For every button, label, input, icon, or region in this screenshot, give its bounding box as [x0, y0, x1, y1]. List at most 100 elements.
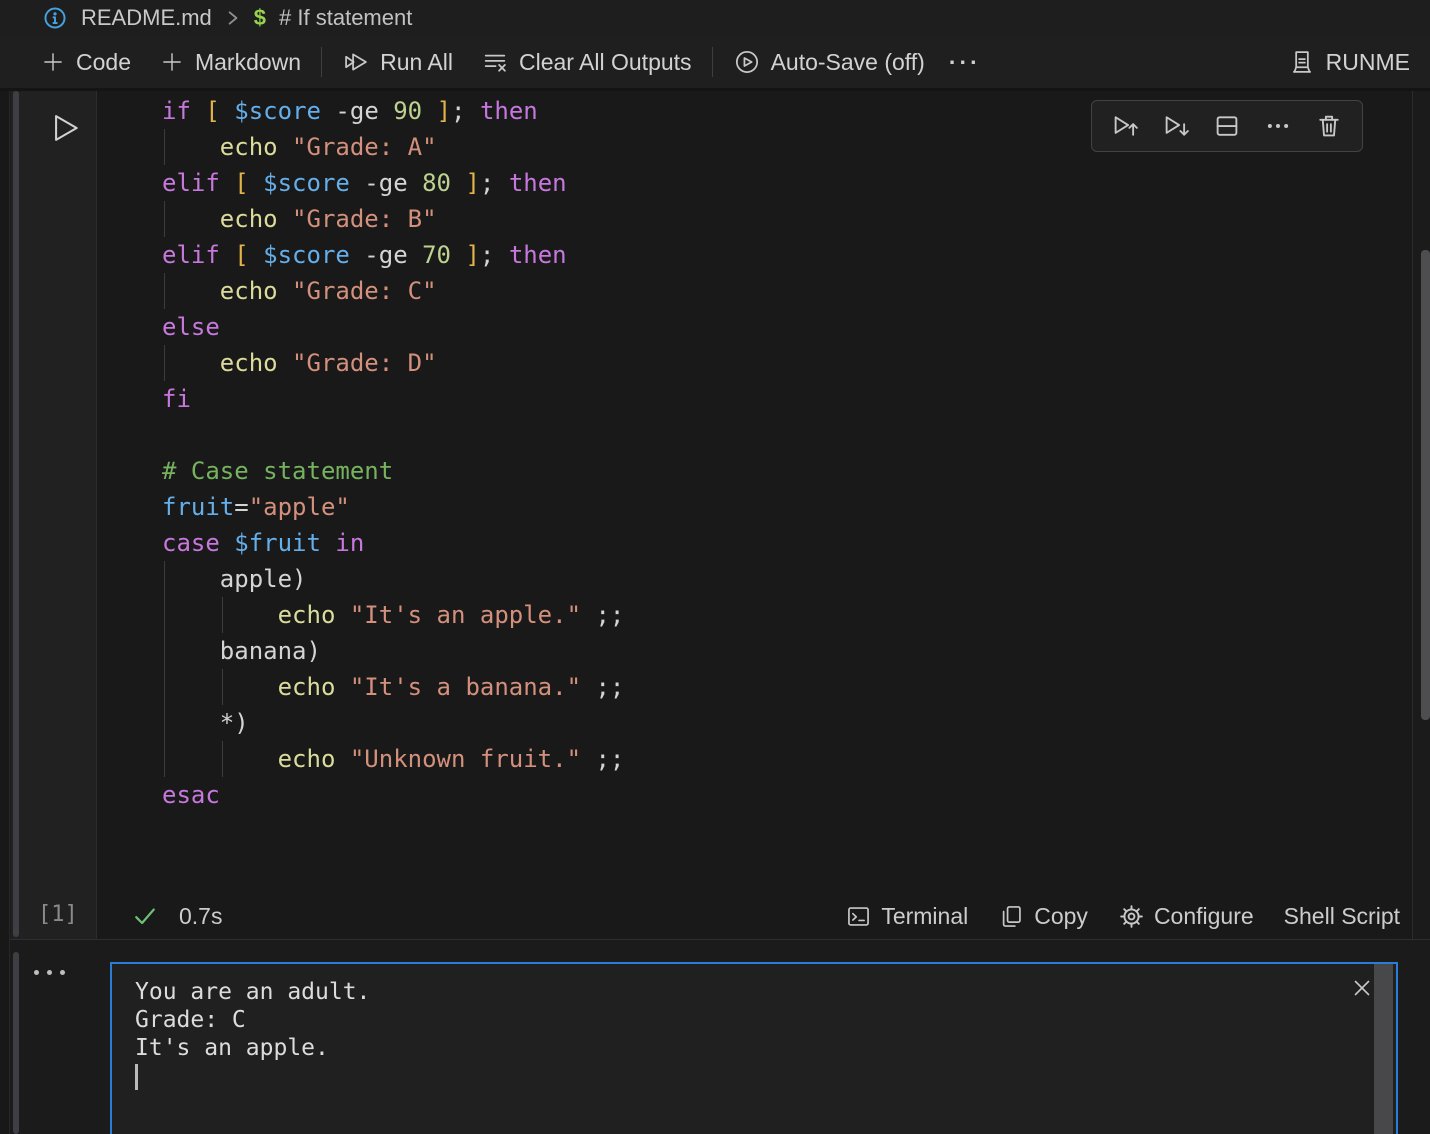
toolbar-divider [321, 47, 322, 77]
code-line[interactable]: case $fruit in [162, 525, 1412, 561]
language-label: Shell Script [1284, 903, 1400, 930]
add-code-cell-button[interactable]: Code [26, 42, 145, 82]
code-line[interactable]: # Case statement [162, 453, 1412, 489]
code-line[interactable]: apple) [162, 561, 1412, 597]
toolbar-divider [712, 47, 713, 77]
breadcrumb-shell-symbol: $ [254, 5, 266, 31]
cell-hover-toolbar [1091, 100, 1363, 152]
split-cell-button[interactable] [1208, 107, 1246, 145]
close-output-button[interactable] [1350, 976, 1374, 1000]
terminal-scrollbar[interactable] [1374, 964, 1393, 1134]
indent-guide [164, 201, 165, 237]
run-all-button[interactable]: Run All [328, 42, 467, 82]
code-editor-lines: if [ $score -ge 90 ]; then echo "Grade: … [162, 93, 1412, 813]
code-line[interactable]: echo "Grade: B" [162, 201, 1412, 237]
auto-save-toggle[interactable]: Auto-Save (off) [719, 42, 939, 82]
delete-cell-button[interactable] [1310, 107, 1348, 145]
dot-icon [60, 970, 65, 975]
code-line[interactable]: *) [162, 705, 1412, 741]
language-picker[interactable]: Shell Script [1284, 903, 1400, 930]
indent-guide [222, 597, 223, 633]
add-code-label: Code [76, 49, 131, 76]
info-icon[interactable] [42, 5, 68, 31]
execute-below-button[interactable] [1157, 107, 1195, 145]
runme-brand[interactable]: RUNME [1288, 48, 1416, 76]
run-all-label: Run All [380, 49, 453, 76]
indent-guide [164, 561, 165, 597]
code-line[interactable]: echo "It's an apple." ;; [162, 597, 1412, 633]
code-line[interactable]: echo "Grade: C" [162, 273, 1412, 309]
code-editor[interactable]: if [ $score -ge 90 ]; then echo "Grade: … [97, 93, 1412, 893]
breadcrumb-cell-title[interactable]: # If statement [279, 5, 412, 31]
code-line[interactable]: fruit="apple" [162, 489, 1412, 525]
execute-above-button[interactable] [1106, 107, 1144, 145]
code-line[interactable]: fi [162, 381, 1412, 417]
terminal-label: Terminal [881, 903, 968, 930]
code-line[interactable]: elif [ $score -ge 70 ]; then [162, 237, 1412, 273]
indent-guide [164, 345, 165, 381]
auto-save-icon [733, 48, 761, 76]
terminal-cursor [135, 1064, 138, 1090]
code-line[interactable] [162, 417, 1412, 453]
configure-button[interactable]: Configure [1118, 903, 1254, 930]
success-check-icon [131, 902, 159, 930]
terminal-icon [845, 903, 872, 930]
indent-guide [164, 633, 165, 669]
code-line[interactable]: banana) [162, 633, 1412, 669]
chevron-right-icon [225, 10, 241, 26]
plus-icon [40, 49, 66, 75]
indent-guide [222, 669, 223, 705]
code-line[interactable]: echo "Grade: D" [162, 345, 1412, 381]
clear-all-icon [481, 48, 509, 76]
cell-divider-line [10, 939, 1430, 940]
indent-guide [164, 597, 165, 633]
dot-icon [47, 970, 52, 975]
clear-all-outputs-button[interactable]: Clear All Outputs [467, 42, 706, 82]
terminal-line: It's an apple. [135, 1034, 1372, 1062]
breadcrumb-file[interactable]: README.md [81, 5, 212, 31]
run-cell-button[interactable] [42, 106, 86, 150]
auto-save-label: Auto-Save (off) [771, 49, 925, 76]
code-line[interactable]: echo "Unknown fruit." ;; [162, 741, 1412, 777]
code-line[interactable]: echo "It's a banana." ;; [162, 669, 1412, 705]
terminal-output-lines: You are an adult.Grade: CIt's an apple. [135, 978, 1372, 1090]
indent-guide [222, 741, 223, 777]
cell-gutter [11, 91, 96, 939]
cell-duration: 0.7s [179, 903, 222, 930]
output-focus-indicator[interactable] [13, 952, 19, 1134]
terminal-line: You are an adult. [135, 978, 1372, 1006]
run-all-icon [342, 48, 370, 76]
indent-guide [164, 129, 165, 165]
output-menu-button[interactable] [34, 962, 65, 982]
runme-brand-label: RUNME [1326, 49, 1410, 76]
dot-icon [34, 970, 39, 975]
toolbar-more-actions-button[interactable]: ··· [939, 42, 991, 82]
cell-output: You are an adult.Grade: CIt's an apple. [110, 962, 1398, 1134]
runme-notebook-window: README.md $ # If statement Code Markdown… [0, 0, 1430, 1134]
cell-status-bar: 0.7s Terminal Copy [97, 893, 1412, 939]
copy-button[interactable]: Copy [998, 903, 1088, 930]
code-line[interactable]: esac [162, 777, 1412, 813]
indent-guide [164, 741, 165, 777]
gear-icon [1118, 903, 1145, 930]
code-line[interactable]: else [162, 309, 1412, 345]
indent-guide [164, 705, 165, 741]
indent-guide [164, 669, 165, 705]
terminal-line: Grade: C [135, 1006, 1372, 1034]
cell-more-actions-button[interactable] [1259, 107, 1297, 145]
plus-icon [159, 49, 185, 75]
runme-logo-icon [1288, 48, 1316, 76]
add-markdown-cell-button[interactable]: Markdown [145, 42, 315, 82]
configure-label: Configure [1154, 903, 1254, 930]
code-cell: if [ $score -ge 90 ]; then echo "Grade: … [96, 91, 1413, 939]
cell-focus-indicator[interactable] [13, 91, 19, 937]
copy-label: Copy [1034, 903, 1088, 930]
terminal-output[interactable]: You are an adult.Grade: CIt's an apple. [112, 964, 1372, 1134]
left-rail [0, 91, 10, 1134]
terminal-button[interactable]: Terminal [845, 903, 968, 930]
add-markdown-label: Markdown [195, 49, 301, 76]
copy-icon [998, 903, 1025, 930]
code-line[interactable]: elif [ $score -ge 80 ]; then [162, 165, 1412, 201]
indent-guide [164, 273, 165, 309]
notebook-scrollbar-thumb[interactable] [1421, 250, 1430, 720]
